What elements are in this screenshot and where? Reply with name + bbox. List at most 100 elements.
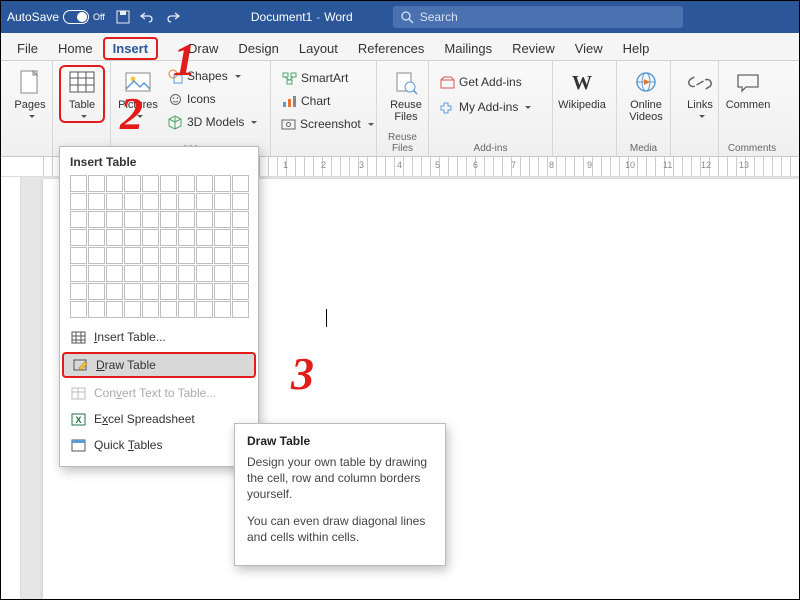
search-icon: [401, 11, 414, 24]
tab-insert[interactable]: Insert: [103, 37, 158, 60]
comment-button[interactable]: Commen: [725, 65, 771, 111]
my-addins-button[interactable]: My Add-ins: [435, 96, 546, 118]
wikipedia-label: Wikipedia: [558, 99, 606, 111]
screenshot-button[interactable]: Screenshot: [277, 113, 370, 135]
menu-quick-tables[interactable]: Quick Tables ▶: [60, 432, 258, 458]
svg-text:X: X: [75, 415, 81, 425]
cube-icon: [167, 114, 183, 130]
group-pages: Pages: [1, 61, 53, 156]
menu-insert-table[interactable]: Insert Table...: [60, 324, 258, 350]
menu-draw-label: Draw Table: [96, 358, 156, 372]
table-icon: [68, 69, 96, 97]
comments-group-label: Comments: [719, 143, 785, 154]
tooltip-p1: Design your own table by drawing the cel…: [247, 454, 433, 503]
tab-mailings[interactable]: Mailings: [434, 37, 502, 60]
tab-review[interactable]: Review: [502, 37, 565, 60]
online-l1: Online: [630, 99, 662, 111]
group-wikipedia: W Wikipedia: [553, 61, 617, 156]
wikipedia-button[interactable]: W Wikipedia: [559, 65, 605, 111]
tab-help[interactable]: Help: [613, 37, 660, 60]
menu-draw-table[interactable]: Draw Table: [62, 352, 256, 378]
text-cursor: [326, 309, 327, 327]
group-reuse: ReuseFiles Reuse Files: [377, 61, 429, 156]
group-tables: Table: [53, 61, 111, 156]
addins-group-label: Add-ins: [429, 143, 552, 154]
app-name: Word: [324, 10, 352, 24]
3d-models-button[interactable]: 3D Models: [163, 111, 261, 133]
search-box[interactable]: Search: [393, 6, 683, 28]
tab-layout[interactable]: Layout: [289, 37, 348, 60]
tab-file[interactable]: File: [7, 37, 48, 60]
group-comments: Commen Comments: [719, 61, 785, 156]
group-links: Links: [671, 61, 719, 156]
my-addins-label: My Add-ins: [459, 100, 518, 114]
redo-icon[interactable]: [165, 9, 181, 25]
autosave-toggle[interactable]: AutoSave Off: [7, 10, 105, 24]
document-title: Document1 - Word: [251, 10, 353, 24]
autosave-label: AutoSave: [7, 10, 59, 24]
annotation-1: 1: [173, 33, 196, 86]
table-dropdown-menu: Insert Table Insert Table... Draw Table …: [59, 146, 259, 467]
save-icon[interactable]: [115, 9, 131, 25]
quick-tables-icon: [70, 437, 86, 453]
tab-view[interactable]: View: [565, 37, 613, 60]
icons-label: Icons: [187, 92, 216, 106]
get-addins-label: Get Add-ins: [459, 75, 522, 89]
toggle-off-icon[interactable]: [63, 10, 89, 24]
chart-label: Chart: [301, 94, 330, 108]
get-addins-button[interactable]: Get Add-ins: [435, 71, 546, 93]
models-label: 3D Models: [187, 115, 244, 129]
menu-quick-label: Quick Tables: [94, 438, 162, 452]
menu-convert-text: Convert Text to Table...: [60, 380, 258, 406]
convert-icon: [70, 385, 86, 401]
tooltip-p2: You can even draw diagonal lines and cel…: [247, 513, 433, 545]
reuse-icon: [392, 69, 420, 97]
menu-excel-label: Excel Spreadsheet: [94, 412, 195, 426]
search-placeholder: Search: [420, 10, 458, 24]
menu-excel-spreadsheet[interactable]: X Excel Spreadsheet: [60, 406, 258, 432]
pages-button[interactable]: Pages: [7, 65, 53, 119]
group-media: OnlineVideos Media: [617, 61, 671, 156]
menu-insert-label: Insert Table...: [94, 330, 166, 344]
smartart-icon: [281, 70, 297, 86]
tab-references[interactable]: References: [348, 37, 434, 60]
ribbon-tabs: File Home Insert Draw Design Layout Refe…: [1, 33, 799, 61]
comment-icon: [734, 69, 762, 97]
undo-icon[interactable]: [139, 9, 155, 25]
doc-name: Document1: [251, 10, 312, 24]
chart-icon: [281, 93, 297, 109]
wikipedia-icon: W: [568, 69, 596, 97]
draw-table-tooltip: Draw Table Design your own table by draw…: [234, 423, 446, 566]
store-icon: [439, 74, 455, 90]
reuse-group-label: Reuse Files: [377, 132, 428, 154]
screenshot-icon: [281, 116, 296, 132]
table-button[interactable]: Table: [59, 65, 105, 123]
icons-icon: [167, 91, 183, 107]
page-icon: [16, 69, 44, 97]
pages-label: Pages: [14, 99, 45, 111]
vertical-ruler[interactable]: [1, 177, 21, 599]
menu-convert-label: Convert Text to Table...: [94, 386, 216, 400]
media-group-label: Media: [617, 143, 670, 154]
group-illustrations2: SmartArt Chart Screenshot: [271, 61, 377, 156]
table-size-grid[interactable]: [70, 175, 248, 318]
screenshot-label: Screenshot: [300, 117, 361, 131]
addins-icon: [439, 99, 455, 115]
title-bar: AutoSave Off Document1 - Word Search: [1, 1, 799, 33]
autosave-state: Off: [93, 12, 105, 22]
reuse-files-button[interactable]: ReuseFiles: [383, 65, 429, 123]
online-l2: Videos: [629, 111, 662, 123]
smartart-button[interactable]: SmartArt: [277, 67, 370, 89]
annotation-2: 2: [120, 87, 143, 140]
table-label: Table: [69, 99, 95, 111]
annotation-3: 3: [291, 347, 314, 400]
menu-title: Insert Table: [60, 147, 258, 175]
online-videos-button[interactable]: OnlineVideos: [623, 65, 669, 123]
reuse-l2: Files: [394, 111, 417, 123]
excel-icon: X: [70, 411, 86, 427]
tab-home[interactable]: Home: [48, 37, 103, 60]
tab-design[interactable]: Design: [228, 37, 288, 60]
icons-button[interactable]: Icons: [163, 88, 261, 110]
links-button[interactable]: Links: [677, 65, 723, 119]
chart-button[interactable]: Chart: [277, 90, 370, 112]
